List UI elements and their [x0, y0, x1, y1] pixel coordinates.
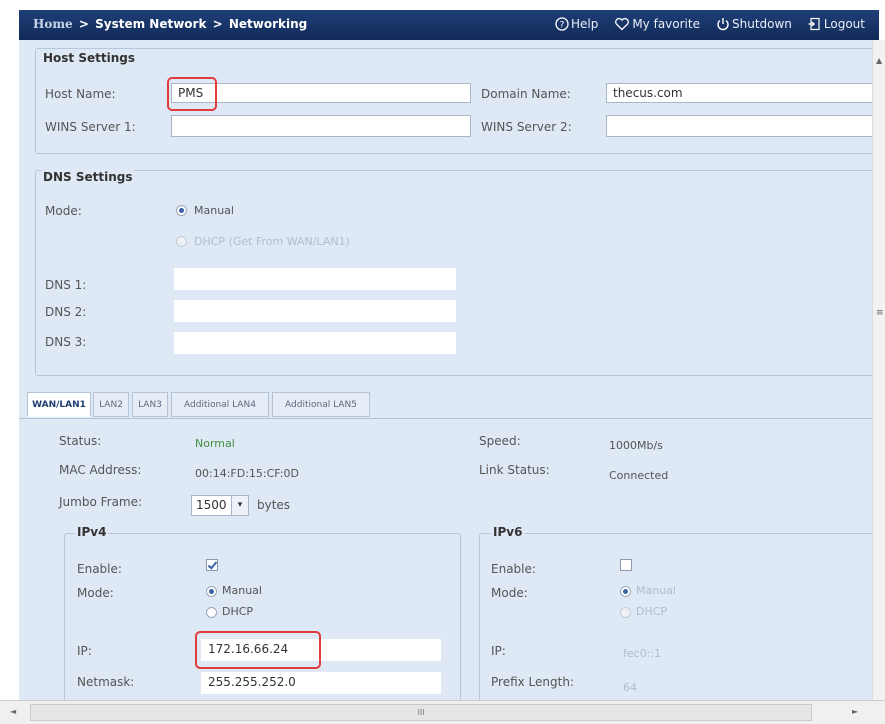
ipv4-mode-dhcp-label: DHCP — [222, 605, 254, 618]
ipv6-prefix-label: Prefix Length: — [491, 675, 574, 689]
dns-mode-dhcp-label: DHCP (Get From WAN/LAN1) — [194, 235, 350, 248]
ipv4-ip-highlight — [195, 631, 321, 669]
ipv6-mode-dhcp-radio[interactable] — [620, 607, 631, 618]
chevron-down-icon: ▾ — [231, 496, 248, 515]
jumbo-frame-unit: bytes — [257, 498, 291, 512]
ipv4-netmask-input[interactable]: 255.255.252.0 — [201, 672, 441, 694]
wins-server-2-input[interactable] — [606, 115, 872, 137]
vertical-scrollbar[interactable]: ▲ ≡ — [872, 40, 885, 700]
logout-icon — [808, 17, 820, 31]
ipv6-mode-label: Mode: — [491, 586, 528, 600]
svg-text:?: ? — [560, 21, 565, 31]
favorite-link[interactable]: My favorite — [614, 17, 700, 31]
host-name-highlight — [167, 77, 217, 111]
tab-lan3[interactable]: LAN3 — [132, 392, 168, 417]
link-status-label: Link Status: — [479, 463, 550, 477]
domain-name-input[interactable]: thecus.com — [606, 83, 872, 103]
dns-mode-dhcp-radio[interactable] — [176, 236, 187, 247]
help-icon: ? — [555, 17, 569, 31]
jumbo-frame-select[interactable]: 1500 ▾ — [191, 495, 249, 516]
dns-1-input[interactable] — [174, 268, 456, 290]
help-link[interactable]: ? Help — [555, 17, 598, 31]
logout-label: Logout — [823, 17, 865, 31]
shutdown-link[interactable]: Shutdown — [716, 17, 792, 31]
breadcrumb-separator: > — [212, 17, 223, 31]
dns-mode-label: Mode: — [45, 204, 82, 218]
dns-3-input[interactable] — [174, 332, 456, 354]
host-settings-legend: Host Settings — [41, 51, 137, 65]
dns-settings-legend: DNS Settings — [41, 170, 135, 184]
breadcrumb-home[interactable]: Home — [33, 17, 73, 31]
breadcrumb-separator: > — [78, 17, 89, 31]
ipv4-netmask-label: Netmask: — [77, 675, 135, 689]
tab-additional-lan5[interactable]: Additional LAN5 — [272, 392, 370, 417]
lan-tab-strip: WAN/LAN1 LAN2 LAN3 Additional LAN4 Addit… — [19, 392, 872, 418]
wins-server-1-label: WINS Server 1: — [45, 120, 136, 134]
wins-server-1-input[interactable] — [171, 115, 471, 137]
scroll-up-icon[interactable]: ▲ — [876, 56, 882, 65]
tab-wan-lan1[interactable]: WAN/LAN1 — [27, 392, 91, 417]
mac-address-label: MAC Address: — [59, 463, 142, 477]
ipv4-enable-label: Enable: — [77, 562, 122, 576]
scroll-right-icon[interactable]: ► — [852, 707, 858, 716]
speed-label: Speed: — [479, 434, 521, 448]
speed-value: 1000Mb/s — [609, 439, 663, 452]
power-icon — [717, 18, 729, 31]
mac-address-value: 00:14:FD:15:CF:0D — [195, 467, 299, 480]
host-name-label: Host Name: — [45, 87, 116, 101]
link-status-value: Connected — [609, 469, 669, 482]
breadcrumb-section[interactable]: System Network — [95, 17, 206, 31]
help-label: Help — [570, 17, 599, 31]
status-label: Status: — [59, 434, 102, 448]
tab-lan2[interactable]: LAN2 — [93, 392, 129, 417]
top-bar: Home > System Network > Networking ? Hel… — [19, 10, 879, 40]
ipv6-mode-dhcp-label: DHCP — [636, 605, 668, 618]
dns-2-input[interactable] — [174, 300, 456, 322]
dns-mode-manual-radio[interactable] — [176, 205, 187, 216]
status-value: Normal — [195, 437, 235, 450]
tab-additional-lan4[interactable]: Additional LAN4 — [171, 392, 269, 417]
ipv4-mode-dhcp-radio[interactable] — [206, 607, 217, 618]
dns-mode-manual-label: Manual — [194, 204, 234, 217]
ipv4-mode-manual-label: Manual — [222, 584, 262, 597]
ipv6-prefix-value[interactable]: 64 — [623, 681, 637, 694]
shutdown-label: Shutdown — [731, 17, 792, 31]
ipv6-mode-manual-label: Manual — [636, 584, 676, 597]
dns-1-label: DNS 1: — [45, 278, 87, 292]
ipv6-legend: IPv6 — [491, 525, 525, 539]
ipv6-mode-manual-radio[interactable] — [620, 586, 631, 597]
ipv4-legend: IPv4 — [75, 525, 109, 539]
horizontal-scrollbar[interactable]: ◄ III ► — [0, 700, 885, 724]
scroll-grip-icon[interactable]: ≡ — [876, 308, 884, 318]
dns-2-label: DNS 2: — [45, 305, 87, 319]
top-nav: ? Help My favorite Shutdown Logout — [555, 17, 865, 31]
breadcrumb-current: Networking — [228, 17, 308, 31]
jumbo-frame-value: 1500 — [196, 498, 227, 512]
horizontal-scroll-thumb[interactable]: III — [30, 704, 812, 721]
breadcrumb: Home > System Network > Networking — [33, 17, 307, 31]
domain-name-label: Domain Name: — [481, 87, 571, 101]
ipv6-ip-value[interactable]: fec0::1 — [623, 647, 661, 660]
scroll-left-icon[interactable]: ◄ — [10, 707, 16, 716]
logout-link[interactable]: Logout — [808, 17, 865, 31]
ipv6-enable-label: Enable: — [491, 562, 536, 576]
heart-icon — [615, 17, 630, 31]
ipv6-ip-label: IP: — [491, 644, 506, 658]
jumbo-frame-label: Jumbo Frame: — [59, 495, 143, 509]
wins-server-2-label: WINS Server 2: — [481, 120, 572, 134]
ipv4-mode-label: Mode: — [77, 586, 114, 600]
ipv4-enable-checkbox[interactable] — [206, 559, 218, 571]
wan-lan1-panel: Status: Normal MAC Address: 00:14:FD:15:… — [19, 418, 881, 704]
ipv4-ip-label: IP: — [77, 644, 92, 658]
ipv6-enable-checkbox[interactable] — [620, 559, 632, 571]
ipv4-mode-manual-radio[interactable] — [206, 586, 217, 597]
favorite-label: My favorite — [632, 17, 700, 31]
dns-3-label: DNS 3: — [45, 335, 87, 349]
